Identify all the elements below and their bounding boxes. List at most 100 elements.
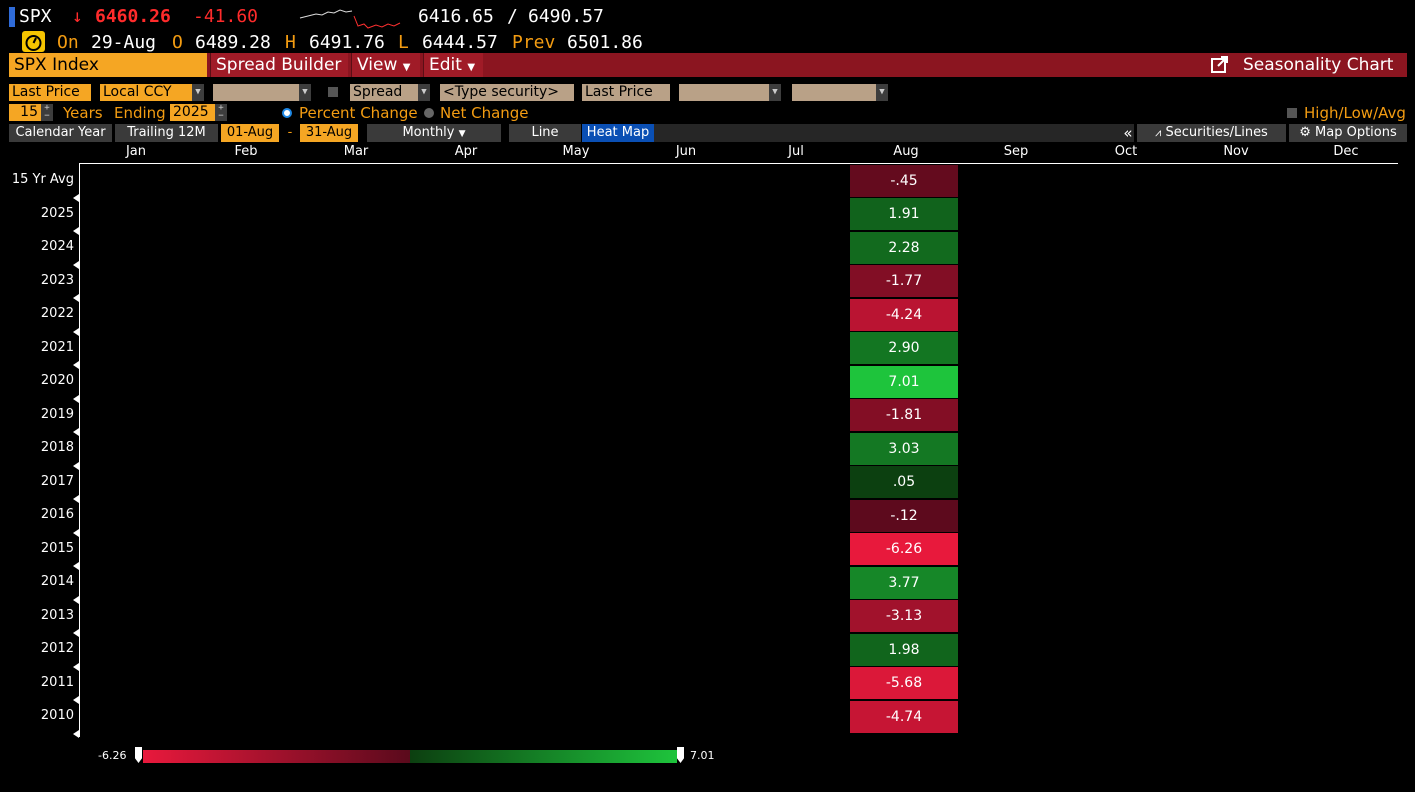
currency-select[interactable]: Local CCY bbox=[100, 84, 192, 101]
map-options-button[interactable]: ⚙ Map Options bbox=[1289, 124, 1407, 142]
heatmap-cell[interactable]: -3.13 bbox=[850, 600, 958, 632]
month-label-may: May bbox=[562, 144, 590, 159]
row-label: 2016 bbox=[40, 507, 74, 522]
spread-select[interactable]: Spread bbox=[350, 84, 418, 101]
month-label-aug: Aug bbox=[893, 144, 919, 159]
field2-select[interactable]: Last Price bbox=[582, 84, 670, 101]
blank-select-2[interactable] bbox=[679, 84, 769, 101]
heat-map-button[interactable]: Heat Map bbox=[582, 124, 654, 142]
row-tick bbox=[73, 696, 79, 704]
row-label: 2024 bbox=[40, 239, 74, 254]
prev-label: Prev bbox=[512, 32, 556, 53]
gauge-icon[interactable] bbox=[22, 31, 45, 52]
heatmap-cell[interactable]: -1.77 bbox=[850, 265, 958, 297]
row-tick bbox=[73, 562, 79, 570]
chevron-down-icon[interactable]: ▼ bbox=[876, 84, 888, 101]
spread-checkbox[interactable] bbox=[328, 87, 338, 97]
net-change-radio[interactable] bbox=[424, 108, 434, 118]
row-tick bbox=[73, 361, 79, 369]
spread-builder-button[interactable]: Spread Builder bbox=[210, 53, 348, 77]
security-marker bbox=[9, 7, 15, 27]
chevron-down-icon[interactable]: ▼ bbox=[192, 84, 204, 101]
chevron-down-icon[interactable]: ▼ bbox=[769, 84, 781, 101]
row-tick bbox=[73, 193, 79, 202]
row-tick bbox=[73, 327, 79, 336]
launch-icon[interactable] bbox=[1210, 55, 1230, 75]
heatmap-cell[interactable]: -1.81 bbox=[850, 399, 958, 431]
high-low-avg-label: High/Low/Avg bbox=[1304, 104, 1406, 122]
period-select[interactable]: Monthly ▼ bbox=[367, 124, 501, 142]
scale-min-label: -6.26 bbox=[98, 749, 127, 762]
ending-year-input[interactable]: 2025 bbox=[170, 104, 215, 121]
edit-menu-label: Edit bbox=[429, 55, 462, 75]
heatmap-cell[interactable]: 1.91 bbox=[850, 198, 958, 230]
years-stepper[interactable]: + − bbox=[41, 104, 53, 121]
row-tick bbox=[73, 461, 79, 470]
range-low: 6416.65 bbox=[418, 6, 494, 27]
edit-menu[interactable]: Edit ▼ bbox=[423, 53, 483, 77]
month-label-dec: Dec bbox=[1333, 144, 1359, 159]
scale-min-handle[interactable] bbox=[135, 747, 142, 763]
row-tick bbox=[73, 495, 79, 503]
scale-max-handle[interactable] bbox=[677, 747, 684, 763]
heatmap-cell[interactable]: -.12 bbox=[850, 499, 958, 532]
heatmap-cell[interactable]: -4.24 bbox=[850, 298, 958, 331]
blank-select-1[interactable] bbox=[213, 84, 299, 101]
heatmap-cell[interactable]: 3.77 bbox=[850, 566, 958, 599]
net-change: -41.60 bbox=[193, 6, 259, 27]
trailing-12m-button[interactable]: Trailing 12M bbox=[115, 124, 218, 142]
row-tick bbox=[73, 595, 79, 604]
heatmap-cell[interactable]: 3.03 bbox=[850, 432, 958, 465]
date-dash: - bbox=[287, 125, 293, 140]
years-input[interactable]: 15 bbox=[9, 104, 41, 121]
heatmap-cell[interactable]: 1.98 bbox=[850, 633, 958, 666]
security-field[interactable]: SPX Index bbox=[9, 53, 207, 77]
row-label: 2012 bbox=[40, 641, 74, 656]
chevron-down-icon[interactable]: ▼ bbox=[418, 84, 430, 101]
ending-year-stepper[interactable]: + − bbox=[215, 104, 227, 121]
row-tick bbox=[73, 394, 79, 403]
date-to-input[interactable]: 31-Aug bbox=[300, 124, 358, 142]
open-label: O bbox=[172, 32, 183, 53]
collapse-icon[interactable]: « bbox=[1120, 124, 1136, 142]
type-security-input[interactable]: <Type security> bbox=[440, 84, 574, 101]
heatmap-cell[interactable]: -.45 bbox=[850, 164, 958, 197]
row-label: 2015 bbox=[40, 540, 74, 556]
low-label: L bbox=[398, 32, 409, 53]
month-label-feb: Feb bbox=[234, 144, 258, 159]
heatmap-cell[interactable]: 2.90 bbox=[850, 332, 958, 364]
down-arrow-icon: ↓ bbox=[72, 6, 83, 27]
intraday-sparkline bbox=[299, 9, 401, 29]
heatmap-cell[interactable]: -4.74 bbox=[850, 700, 958, 733]
heatmap-cell[interactable]: 7.01 bbox=[850, 365, 958, 398]
month-label-nov: Nov bbox=[1223, 144, 1249, 159]
row-label: 2019 bbox=[40, 406, 74, 422]
heatmap-cell[interactable]: -5.68 bbox=[850, 667, 958, 699]
row-tick bbox=[73, 428, 79, 436]
row-label: 2023 bbox=[40, 272, 74, 288]
heatmap-cell[interactable]: -6.26 bbox=[850, 533, 958, 565]
range-separator: / bbox=[507, 6, 518, 27]
month-label-jul: Jul bbox=[788, 144, 804, 159]
field-select[interactable]: Last Price bbox=[9, 84, 91, 101]
view-menu[interactable]: View ▼ bbox=[351, 53, 420, 77]
row-label: 15 Yr Avg bbox=[11, 172, 74, 187]
percent-change-radio[interactable] bbox=[282, 108, 292, 118]
row-label: 2011 bbox=[40, 674, 74, 690]
month-label-apr: Apr bbox=[454, 144, 478, 159]
blank-select-3[interactable] bbox=[792, 84, 876, 101]
calendar-year-button[interactable]: Calendar Year bbox=[9, 124, 112, 142]
high-low-avg-checkbox[interactable] bbox=[1287, 108, 1297, 118]
line-button[interactable]: Line bbox=[509, 124, 581, 142]
last-price: 6460.26 bbox=[95, 6, 171, 27]
heatmap-cell[interactable]: .05 bbox=[850, 466, 958, 498]
net-change-label: Net Change bbox=[440, 104, 529, 122]
view-menu-label: View bbox=[357, 55, 398, 75]
chevron-down-icon: ▼ bbox=[467, 62, 476, 73]
date-from-input[interactable]: 01-Aug bbox=[221, 124, 279, 142]
securities-lines-button[interactable]: ⩘ Securities/Lines bbox=[1137, 124, 1286, 142]
row-tick bbox=[73, 260, 79, 269]
heatmap-cell[interactable]: 2.28 bbox=[850, 231, 958, 264]
row-label: 2020 bbox=[40, 373, 74, 388]
chevron-down-icon[interactable]: ▼ bbox=[299, 84, 311, 101]
